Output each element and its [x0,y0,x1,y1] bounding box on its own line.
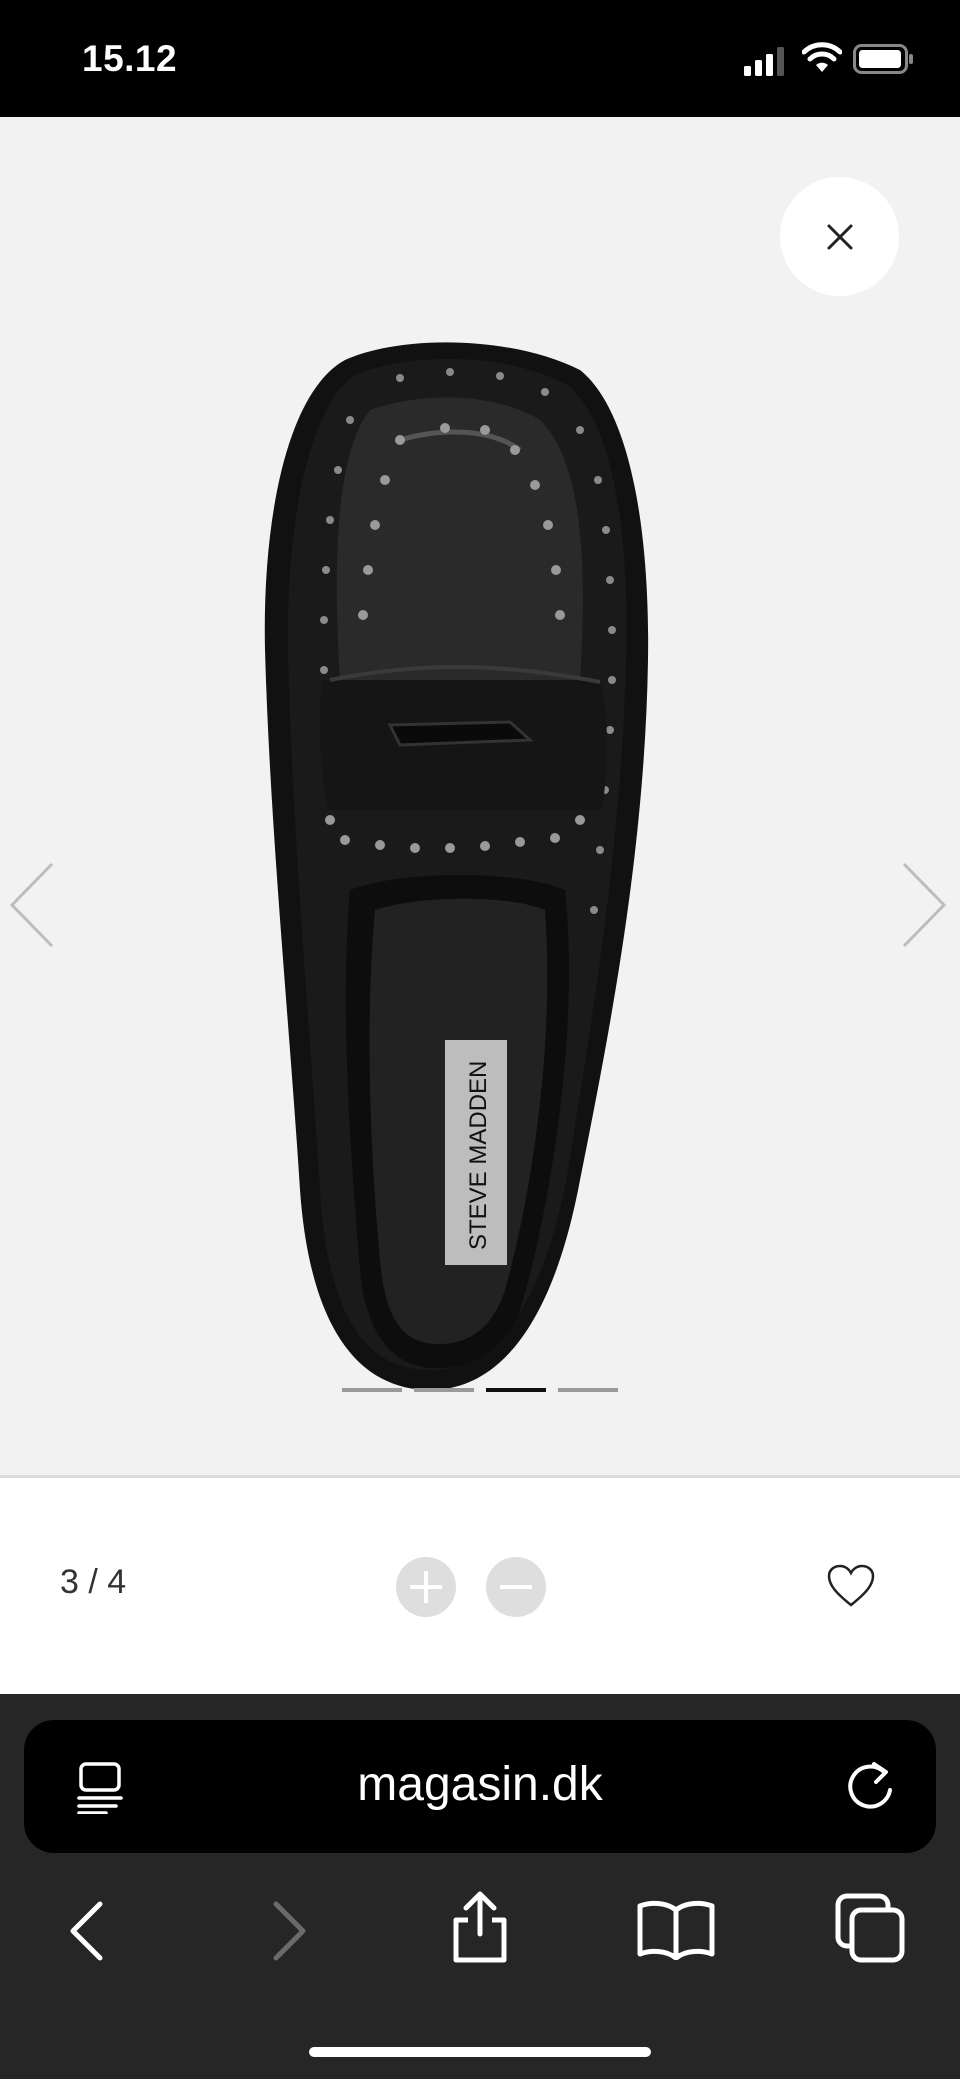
brand-label: STEVE MADDEN [465,1061,492,1250]
slide-indicator [342,1388,618,1392]
chevron-left-icon [9,862,54,948]
slide-dot-2[interactable] [414,1388,474,1392]
slide-dot-4[interactable] [558,1388,618,1392]
zoom-out-button[interactable] [486,1557,546,1617]
close-button[interactable] [780,177,899,296]
close-icon [827,224,852,249]
minus-icon [500,1585,532,1589]
tabs-icon[interactable] [834,1892,906,1964]
zoom-in-button[interactable] [396,1557,456,1617]
forward-arrow-icon[interactable] [270,1900,310,1962]
wifi-icon [802,42,842,72]
heart-icon[interactable] [826,1563,876,1609]
back-arrow-icon[interactable] [66,1900,106,1962]
product-image-loafer: STEVE MADDEN [264,342,649,1390]
slide-dot-1[interactable] [342,1388,402,1392]
image-counter: 3 / 4 [60,1563,127,1601]
home-indicator [309,2047,651,2057]
previous-image-button[interactable] [0,850,70,960]
url-text[interactable]: magasin.dk [0,1757,960,1812]
image-toolbar [0,1478,960,1694]
reload-icon[interactable] [844,1758,896,1814]
chevron-right-icon [902,862,947,948]
signal-icon [744,47,784,76]
bookmarks-icon[interactable] [636,1898,716,1960]
battery-icon [853,44,913,74]
next-image-button[interactable] [890,850,960,960]
share-icon[interactable] [448,1890,512,1964]
plus-icon [410,1571,442,1603]
slide-dot-3[interactable] [486,1388,546,1392]
status-time: 15.12 [82,38,178,79]
